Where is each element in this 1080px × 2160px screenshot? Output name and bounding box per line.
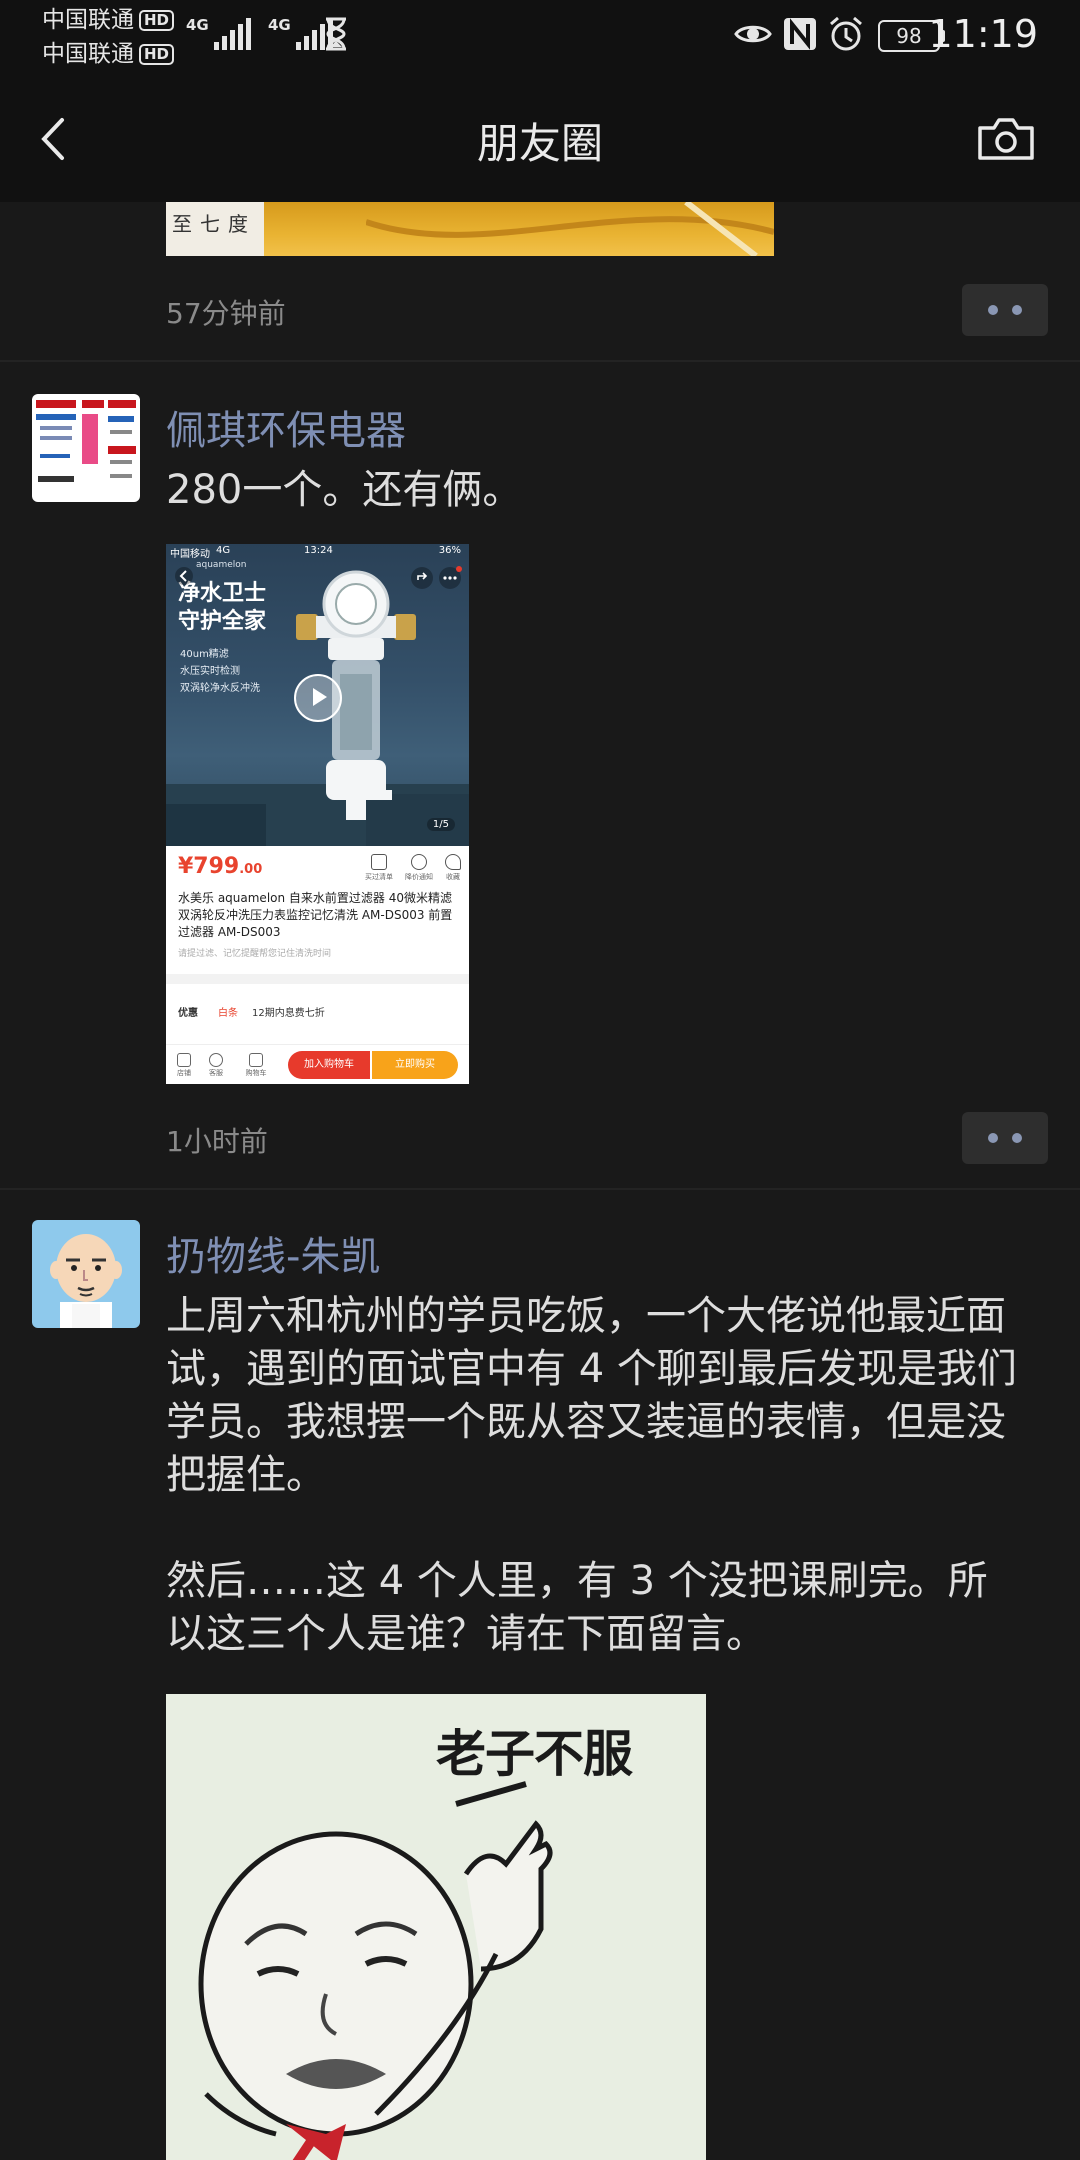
clock: 11:19 [928,12,1038,56]
dot-icon [988,1133,998,1143]
product-status-battery: 36% [438,545,461,556]
post-author-name[interactable]: 佩琪环保电器 [166,398,406,456]
carrier-2-label: 中国联通 [42,41,134,67]
product-status-time: 13:24 [304,545,333,556]
play-video-icon[interactable] [294,674,342,722]
post-timestamp: 1小时前 [166,1125,268,1158]
more-options-button[interactable] [962,284,1048,336]
carrier-1-label: 中国联通 [42,7,134,33]
previous-post-image-text: 至七度 [172,212,256,236]
product-price: ¥799.00 [178,854,262,879]
nfc-icon [784,18,816,50]
post-timestamp: 57分钟前 [166,297,286,330]
product-status-bar: 中国移动 4G 13:24 36% [166,544,469,560]
post-divider [0,360,1080,362]
post-text: 上周六和杭州的学员吃饭，一个大佬说他最近面试，遇到的面试官中有 4 个聊到最后发… [166,1293,1017,1657]
alarm-icon [830,16,862,51]
list-icon: 买过清单 [365,854,393,882]
product-actions: 买过清单 降价通知 收藏 [365,854,461,882]
product-features: 40um精滤 水压实时检测 双涡轮净水反冲洗 [180,649,260,694]
previous-post-image-detail [366,202,774,256]
product-price-main: ¥799 [178,854,240,879]
network-2-label: 4G [268,16,291,34]
post-author-name[interactable]: 扔物线-朱凯 [166,1224,380,1282]
product-action-label: 降价通知 [405,873,433,881]
product-action-label: 买过清单 [365,873,393,881]
dot-icon [1012,1133,1022,1143]
product-bottom-bar: 店铺 客服 购物车 加入购物车 立即购买 [166,1044,469,1084]
product-status-network: 4G [216,545,231,556]
buy-now-button: 立即购买 [372,1051,458,1079]
meme-image[interactable]: 老子不服 [166,1694,706,2160]
price-alert-icon: 降价通知 [405,854,433,882]
post-text: 280一个。还有俩。 [166,467,523,513]
previous-post-image[interactable]: 至七度 [166,202,774,256]
camera-icon[interactable] [976,114,1036,164]
bottom-item-label: 客服 [209,1069,223,1077]
carrier-1: 中国联通 HD [42,6,175,34]
product-title: 水美乐 aquamelon 自来水前置过滤器 40微米精滤双涡轮反冲洗压力表监控… [178,891,453,939]
add-to-cart-button: 加入购物车 [288,1051,370,1079]
bottom-item-label: 店铺 [177,1069,191,1077]
image-page-indicator: 1/5 [426,818,455,831]
more-circle-icon [439,566,462,589]
meme-drawing [198,1781,553,2160]
store-icon: 店铺 [170,1053,198,1078]
cartoon-face-avatar [50,1234,122,1328]
product-action-label: 收藏 [446,873,460,881]
avatar[interactable] [32,394,140,502]
page-title: 朋友圈 [476,119,603,168]
bottom-item-label: 购物车 [245,1069,267,1077]
cart-icon: 购物车 [242,1053,270,1078]
avatar[interactable] [32,1220,140,1328]
promo-tag: 白条 [218,1008,238,1019]
product-hero-image: 中国移动 4G 13:24 36% aquamelon 净水卫士 守护全家 40… [166,544,469,846]
product-note: 请提过滤、记忆提醒帮您记住清洗时间 [178,949,332,959]
network-1-label: 4G [186,16,209,34]
heart-icon: 收藏 [445,854,461,882]
promo-row: 优惠 白条 12期内息费七折 [178,1004,325,1019]
eye-icon [734,25,772,43]
promo-label: 优惠 [178,1008,198,1019]
promo-text: 12期内息费七折 [252,1008,325,1019]
back-circle-icon [175,567,193,585]
carrier-2: 中国联通 HD [42,40,175,68]
product-brand: aquamelon [196,560,247,570]
status-bar: 中国联通 HD 中国联通 HD 4G 4G 98 11:19 [0,0,1080,72]
service-icon: 客服 [202,1053,230,1078]
share-icon [411,567,433,589]
signal-1-icon: 4G [186,16,251,50]
hd-badge: HD [139,10,175,31]
shared-product-screenshot[interactable]: 中国移动 4G 13:24 36% aquamelon 净水卫士 守护全家 40… [166,544,469,1084]
hourglass-icon [326,17,346,51]
product-price-decimal: .00 [239,862,263,877]
hd-badge-2: HD [139,44,175,65]
product-status-carrier: 中国移动 [170,549,210,560]
dot-icon [1012,305,1022,315]
nav-bar: 朋友圈 [0,72,1080,202]
post-divider [0,1188,1080,1190]
section-gap [166,974,469,984]
avatar-brand-logos [36,400,136,482]
dot-icon [988,305,998,315]
more-options-button[interactable] [962,1112,1048,1164]
product-headline: 净水卫士 守护全家 [178,581,267,634]
